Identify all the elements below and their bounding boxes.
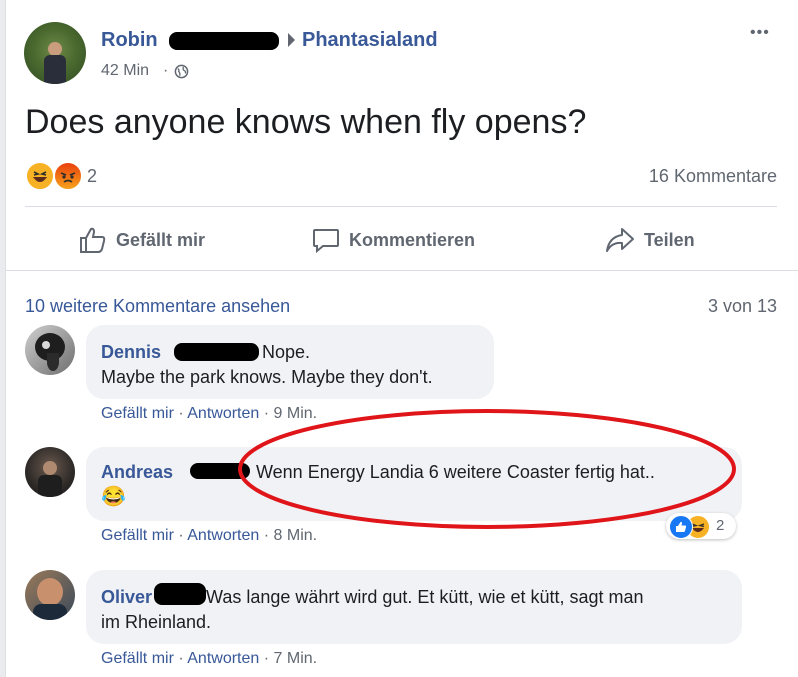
redacted-surname [154,583,206,605]
globe-icon [174,64,189,79]
comment-body: Oliver [101,585,152,609]
comment-reaction-count: 2 [716,517,725,534]
haha-reaction-icon[interactable] [25,161,55,191]
author-avatar[interactable] [24,22,86,84]
meta-separator: · [263,405,270,422]
share-icon [606,228,634,252]
comment-like-button[interactable]: Gefällt mir [101,405,174,422]
like-label: Gefällt mir [116,229,206,250]
thumbs-up-icon [80,227,106,253]
comment-reply-button[interactable]: Antworten [187,527,259,544]
commenter-name[interactable]: Oliver [101,587,152,607]
reaction-count[interactable]: 2 [87,166,97,187]
comment-reply-button[interactable]: Antworten [187,405,259,422]
comment-reply-button[interactable]: Antworten [187,650,259,667]
comment-text: Nope. [262,342,311,362]
post-text: Does anyone knows when fly opens? [25,103,587,141]
post-card: Robin Phantasialand 42 Min · ••• Does an… [5,0,798,677]
comment-text: Was lange währt wird gut. Et kütt, wie e… [206,587,644,607]
commenter-avatar[interactable] [25,570,75,620]
meta-separator: · [178,405,184,422]
share-label: Teilen [644,229,695,250]
comment-icon [313,229,339,254]
comment-like-button[interactable]: Gefällt mir [101,650,174,667]
comment-text: Maybe the park knows. Maybe they don't. [101,367,433,387]
redacted-surname [169,32,279,50]
meta-separator: · [263,527,270,544]
comment-text: im Rheinland. [101,612,212,632]
comment-time[interactable]: 8 Min. [274,527,318,544]
comment-label: Kommentieren [349,229,476,250]
commenter-avatar[interactable] [25,325,75,375]
divider [6,270,798,271]
redacted-surname [174,343,259,361]
caret-right-icon [288,33,295,47]
comment-bubble: Andreas Wenn Energy Landia 6 weitere Coa… [86,447,742,521]
comment-bubble: Dennis Nope. Maybe the park knows. Maybe… [86,325,494,399]
comment-like-button[interactable]: Gefällt mir [101,527,174,544]
post-time[interactable]: 42 Min [101,62,149,80]
comment-meta: Gefällt mir · Antworten · 7 Min. [101,650,317,668]
angry-reaction-icon[interactable] [53,161,83,191]
meta-separator: · [263,650,270,667]
commenter-avatar[interactable] [25,447,75,497]
meta-separator: · [178,650,184,667]
comment-time[interactable]: 9 Min. [274,405,318,422]
share-button[interactable]: Teilen [604,224,695,256]
comments-count[interactable]: 16 Kommentare [649,166,777,187]
commenter-name[interactable]: Dennis [101,342,161,362]
comment-body: Dennis [101,340,161,364]
more-comments-link[interactable]: 10 weitere Kommentare ansehen [25,296,290,317]
like-reaction-icon [669,515,693,539]
comment-button[interactable]: Kommentieren [311,224,475,256]
divider [25,206,777,207]
comment-meta: Gefällt mir · Antworten · 9 Min. [101,405,317,423]
comment-body: Andreas [101,460,173,484]
like-button[interactable]: Gefällt mir [78,224,205,256]
redacted-surname [190,463,250,479]
author-name[interactable]: Robin [101,29,158,52]
tears-of-joy-emoji: 😂 [101,486,126,508]
commenter-name[interactable]: Andreas [101,462,173,482]
comment-text: Wenn Energy Landia 6 weitere Coaster fer… [256,462,655,482]
group-name[interactable]: Phantasialand [302,29,438,52]
comment-reactions[interactable]: 2 [666,513,736,539]
comment-bubble: Oliver Was lange währt wird gut. Et kütt… [86,570,742,644]
comment-time[interactable]: 7 Min. [274,650,318,667]
comment-meta: Gefällt mir · Antworten · 8 Min. [101,527,317,545]
more-options-button[interactable]: ••• [750,24,770,42]
time-separator: · [163,62,169,79]
comments-page-indicator: 3 von 13 [707,296,777,316]
meta-separator: · [178,527,184,544]
